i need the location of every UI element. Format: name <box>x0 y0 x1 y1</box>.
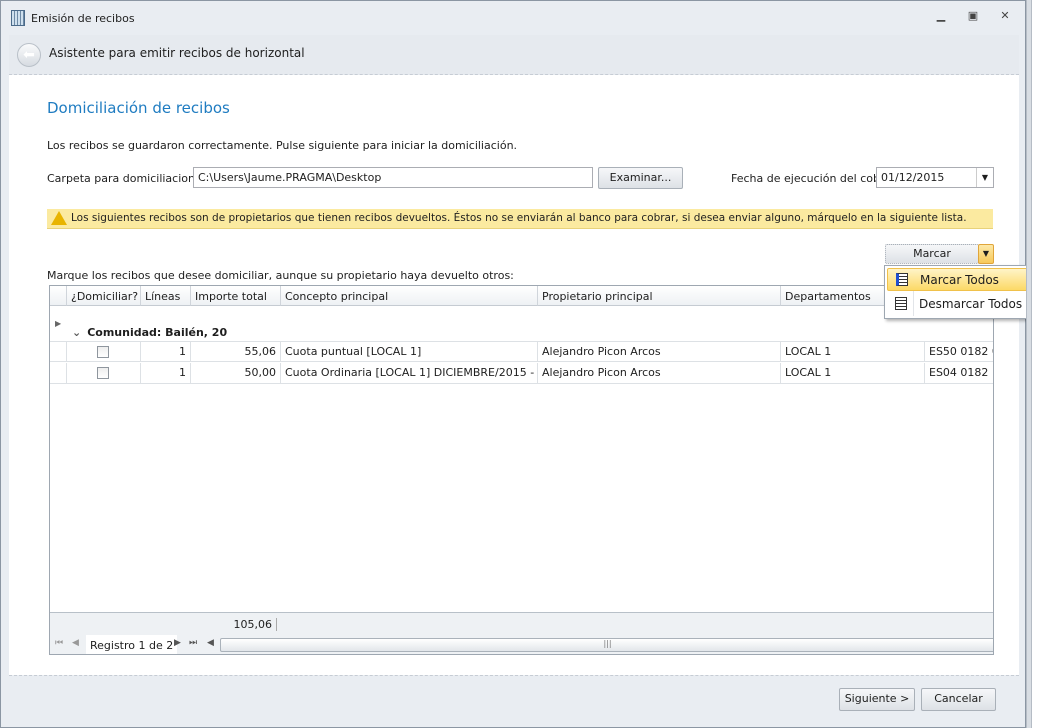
close-button[interactable]: ✕ <box>995 9 1015 25</box>
menu-item-label: Marcar Todos <box>920 273 999 287</box>
background-scrollbar <box>1026 0 1032 728</box>
chevron-down-icon[interactable]: ⌄ <box>72 326 81 339</box>
wizard-title: Asistente para emitir recibos de horizon… <box>49 46 305 60</box>
content-panel: Domiciliación de recibos Los recibos se … <box>9 75 1019 675</box>
receipts-grid: ¿Domiciliar? Líneas Importe total Concep… <box>49 285 994 655</box>
checklist-icon <box>896 273 908 286</box>
departamentos-cell: LOCAL 1 <box>781 363 925 383</box>
browse-button[interactable]: Examinar... <box>598 167 683 189</box>
group-label: Comunidad: Bailén, 20 <box>87 326 228 339</box>
next-button[interactable]: Siguiente > <box>839 688 915 711</box>
total-importe: 105,06 <box>191 618 277 631</box>
minimize-button[interactable]: ▁ <box>931 9 951 25</box>
column-header[interactable]: Concepto principal <box>281 286 538 306</box>
horizontal-scrollbar[interactable]: ||| <box>220 638 993 652</box>
menu-item-label: Desmarcar Todos <box>919 297 1023 311</box>
warning-banner: Los siguientes recibos son de propietari… <box>47 209 993 229</box>
app-icon <box>11 10 25 26</box>
grid-caption: Marque los recibos que desee domiciliar,… <box>47 269 514 282</box>
last-record-icon[interactable]: ⏭ <box>189 638 197 648</box>
maximize-button[interactable]: ▣ <box>963 9 983 25</box>
scroll-left-icon[interactable]: ◀ <box>207 638 214 648</box>
table-row[interactable]: 1 50,00 Cuota Ordinaria [LOCAL 1] DICIEM… <box>50 363 993 384</box>
background-strip <box>1026 0 1044 728</box>
date-value: 01/12/2015 <box>881 171 945 184</box>
first-record-icon[interactable]: ⏮ <box>55 638 63 648</box>
concepto-cell: Cuota Ordinaria [LOCAL 1] DICIEMBRE/2015… <box>281 363 538 383</box>
importe-cell: 55,06 <box>191 342 281 362</box>
iban-cell: ES50 0182 01 <box>925 342 993 362</box>
row-indicator-header <box>50 286 67 306</box>
checklist-icon <box>895 297 907 310</box>
warning-text: Los siguientes recibos son de propietari… <box>71 212 967 224</box>
mark-dropdown-menu: Marcar Todos Desmarcar Todos <box>884 265 1040 319</box>
mark-button[interactable]: Marcar <box>885 244 979 264</box>
row-indicator <box>50 363 67 383</box>
importe-cell: 50,00 <box>191 363 281 383</box>
lineas-cell: 1 <box>141 363 191 383</box>
grid-footer: 105,06 <box>50 612 993 635</box>
column-header[interactable]: Propietario principal <box>538 286 781 306</box>
back-arrow-icon[interactable]: ⬅ <box>17 43 41 67</box>
domiciliar-cell <box>67 342 141 362</box>
chevron-down-icon[interactable]: ▼ <box>976 168 993 187</box>
record-counter: Registro 1 de 2 <box>86 635 178 654</box>
group-row[interactable]: ⌄ Comunidad: Bailén, 20 <box>72 326 227 339</box>
cancel-button[interactable]: Cancelar <box>921 688 996 711</box>
row-indicator-icon: ▶ <box>55 319 62 328</box>
window: Emisión de recibos ▁ ▣ ✕ ⬅ Asistente par… <box>0 0 1040 728</box>
lineas-cell: 1 <box>141 342 191 362</box>
date-input[interactable]: 01/12/2015 ▼ <box>876 167 994 188</box>
menu-item-unmark-all[interactable]: Desmarcar Todos <box>887 293 1037 316</box>
iban-cell: ES04 0182 12 <box>925 363 993 383</box>
mark-dropdown-chevron-icon[interactable]: ▼ <box>978 244 994 264</box>
status-message: Los recibos se guardaron correctamente. … <box>47 139 518 152</box>
propietario-cell: Alejandro Picon Arcos <box>538 342 781 362</box>
wizard-header: ⬅ Asistente para emitir recibos de horiz… <box>9 35 1019 75</box>
next-record-icon[interactable]: ▶ <box>174 638 181 648</box>
folder-input[interactable]: C:\Users\Jaume.PRAGMA\Desktop <box>193 167 593 188</box>
column-header[interactable]: Importe total <box>191 286 281 306</box>
table-row[interactable]: 1 55,06 Cuota puntual [LOCAL 1] Alejandr… <box>50 341 993 362</box>
menu-item-mark-all[interactable]: Marcar Todos <box>887 268 1037 291</box>
page-title: Domiciliación de recibos <box>47 99 230 117</box>
column-header[interactable]: ¿Domiciliar? <box>67 286 141 306</box>
column-header[interactable]: Líneas <box>141 286 191 306</box>
navigator-bar: ⏮ ◀ Registro 1 de 2 ▶ ⏭ ◀ ||| <box>50 635 993 654</box>
concepto-cell: Cuota puntual [LOCAL 1] <box>281 342 538 362</box>
prev-record-icon[interactable]: ◀ <box>72 638 79 648</box>
title-bar: Emisión de recibos ▁ ▣ ✕ <box>1 1 1025 35</box>
propietario-cell: Alejandro Picon Arcos <box>538 363 781 383</box>
domiciliar-cell <box>67 363 141 383</box>
domiciliar-checkbox[interactable] <box>97 367 109 379</box>
domiciliar-checkbox[interactable] <box>97 346 109 358</box>
divider <box>9 675 1019 676</box>
row-indicator <box>50 342 67 362</box>
departamentos-cell: LOCAL 1 <box>781 342 925 362</box>
date-label: Fecha de ejecución del cobro <box>731 172 891 185</box>
folder-label: Carpeta para domiciliaciones: <box>47 172 212 185</box>
window-title: Emisión de recibos <box>31 12 135 25</box>
warning-icon <box>51 211 67 225</box>
